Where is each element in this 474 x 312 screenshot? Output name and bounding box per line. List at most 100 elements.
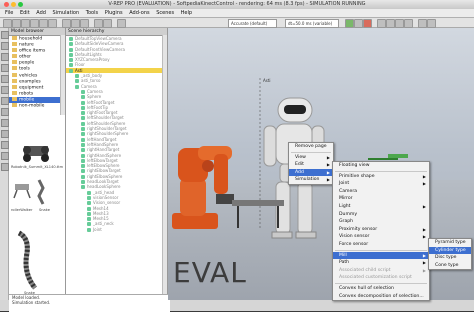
menu-item-convex-decomposition-of-selection[interactable]: Convex decomposition of selection... (333, 293, 429, 301)
menu-item-cone-type[interactable]: Cone type (429, 262, 471, 270)
menu-item-primitive-shape[interactable]: Primitive shape ▶ (333, 173, 429, 181)
selection-icon[interactable] (1, 119, 9, 127)
snake-thumbnail-icon[interactable] (37, 179, 45, 205)
menu-item-path[interactable]: Path ▶ (333, 259, 429, 267)
menu-add[interactable]: Add (36, 9, 46, 17)
model-folder-label: vehicles (19, 73, 38, 79)
scene-tree-item-label: rightElbowSphere (87, 173, 123, 179)
model-tree-scrollbar[interactable] (60, 35, 65, 115)
layers-icon[interactable] (1, 152, 9, 160)
pause-simulation-icon[interactable] (354, 19, 363, 28)
green-object-icon[interactable] (368, 154, 408, 160)
scene-page-icon[interactable] (418, 19, 427, 28)
menu-item-disc-type[interactable]: Disc type (429, 254, 471, 262)
menu-item-proximity-sensor[interactable]: Proximity sensor ▶ (333, 226, 429, 234)
app-window: V-REP PRO (EVALUATION) - SoftpediaKinect… (0, 0, 474, 312)
scripts-icon[interactable] (1, 86, 9, 94)
calculation-modules-icon[interactable] (1, 64, 9, 72)
menu-file[interactable]: File (5, 9, 13, 17)
path-edit-icon[interactable] (1, 108, 9, 116)
menu-item-graph[interactable]: Graph (333, 218, 429, 226)
menu-item-mirror[interactable]: Mirror (333, 195, 429, 203)
timestep-select[interactable]: dt=50.0 ms (variable) (285, 19, 339, 28)
menu-item-joint[interactable]: Joint ▶ (333, 180, 429, 188)
scene-hierarchy-toggle-icon[interactable] (1, 42, 9, 50)
menu-item-light[interactable]: Light ▶ (333, 203, 429, 211)
left-toolbar (0, 28, 9, 300)
slower-icon[interactable] (386, 19, 395, 28)
menu-help[interactable]: Help (181, 9, 192, 17)
menu-item-remove-page[interactable]: Remove page (289, 143, 333, 151)
model-thumbnails: Robotnik_Summit_XL140.ttm Snake rollerWa… (9, 138, 65, 300)
start-simulation-icon[interactable] (345, 19, 354, 28)
scene-tree-item-label: headLookTarget (87, 179, 119, 185)
submenu-arrow-icon: ▶ (326, 162, 330, 168)
scene-tree-item-label: _asti_head (93, 189, 115, 195)
model-folder-non-mobile[interactable]: non-mobile (9, 103, 65, 109)
menu-item-label: Proximity sensor (339, 226, 378, 232)
fit-to-view-icon[interactable] (48, 19, 57, 28)
object-shift-icon[interactable] (71, 19, 80, 28)
scene-tree-item-label: Asti (75, 67, 83, 73)
menu-item-cylinder-type[interactable]: Cylinder type (429, 246, 471, 255)
scene-tree-item-label: leftElbowTarget (87, 157, 118, 163)
undo-icon[interactable] (94, 19, 103, 28)
menu-item-simulation[interactable]: Simulation ▶ (289, 176, 333, 184)
industrial-robot-arm-icon[interactable] (172, 146, 234, 229)
realtime-mode-icon[interactable] (377, 19, 386, 28)
rollerwalker-thumbnail-icon[interactable] (13, 184, 31, 199)
camera-angle-icon[interactable] (39, 19, 48, 28)
menu-item-view[interactable]: View ▶ (289, 154, 333, 162)
menu-item-associated-customization-script[interactable]: Associated customization script (333, 274, 429, 282)
object-properties-icon[interactable] (1, 53, 9, 61)
status-bar: Model loaded. Simulation started. (9, 294, 170, 312)
camera-rotate-icon[interactable] (12, 19, 21, 28)
menu-item-label: Light (339, 203, 351, 209)
menu-item-add[interactable]: Add ▶ (289, 168, 333, 177)
menu-item-vision-sensor[interactable]: Vision sensor ▶ (333, 233, 429, 241)
view-page-icon[interactable] (427, 19, 436, 28)
scene-tree-item-label: DefaultFrontViewCamera (75, 46, 125, 52)
menu-item-pyramid-type[interactable]: Pyramid type (429, 239, 471, 247)
redo-icon[interactable] (103, 19, 112, 28)
stop-simulation-icon[interactable] (363, 19, 372, 28)
menu-scenes[interactable]: Scenes (156, 9, 174, 17)
collections-icon[interactable] (1, 75, 9, 83)
menu-item-force-sensor[interactable]: Force sensor (333, 241, 429, 249)
model-icon[interactable] (1, 130, 9, 138)
robotnik-thumbnail-icon[interactable] (23, 146, 49, 162)
scene-tree-item[interactable]: Joint (66, 227, 167, 232)
model-browser-toggle-icon[interactable] (1, 31, 9, 39)
click-select-icon[interactable] (62, 19, 71, 28)
menu-addons[interactable]: Add-ons (129, 9, 149, 17)
camera-pan-icon[interactable] (3, 19, 12, 28)
faster-icon[interactable] (395, 19, 404, 28)
shape-edit-icon[interactable] (1, 97, 9, 105)
engine-select-icon[interactable] (117, 19, 126, 28)
snake-thumbnail-2-icon[interactable] (17, 230, 38, 290)
menu-item-floating-view[interactable]: Floating view (333, 162, 429, 170)
engine-accuracy-select[interactable]: Accurate (default) (228, 19, 277, 28)
menu-item-edit[interactable]: Edit ▶ (289, 161, 333, 169)
threaded-rendering-icon[interactable] (404, 19, 413, 28)
menu-item-associated-child-script[interactable]: Associated child script ▶ (333, 267, 429, 275)
assembly-icon[interactable] (1, 141, 9, 149)
video-recorder-icon[interactable] (1, 163, 9, 171)
menu-edit[interactable]: Edit (20, 9, 30, 17)
object-rotate-icon[interactable] (80, 19, 89, 28)
menu-plugins[interactable]: Plugins (105, 9, 123, 17)
thumbnail-label-robotnik: Robotnik_Summit_XL140.ttm (11, 165, 64, 169)
folder-icon (12, 36, 17, 40)
scene-tree-scrollbar[interactable] (162, 35, 167, 300)
menu-item-camera[interactable]: Camera (333, 188, 429, 196)
status-line: Simulation started. (12, 300, 51, 305)
menu-tools[interactable]: Tools (86, 9, 98, 17)
camera-shift-icon[interactable] (21, 19, 30, 28)
camera-zoom-icon[interactable] (30, 19, 39, 28)
menu-simulation[interactable]: Simulation (53, 9, 80, 17)
menu-separator (335, 282, 427, 284)
menu-separator (291, 151, 331, 153)
menu-item-dummy[interactable]: Dummy (333, 211, 429, 219)
menu-item-mill[interactable]: Mill ▶ (333, 251, 429, 260)
menu-item-convex-hull-of-selection[interactable]: Convex hull of selection (333, 285, 429, 293)
